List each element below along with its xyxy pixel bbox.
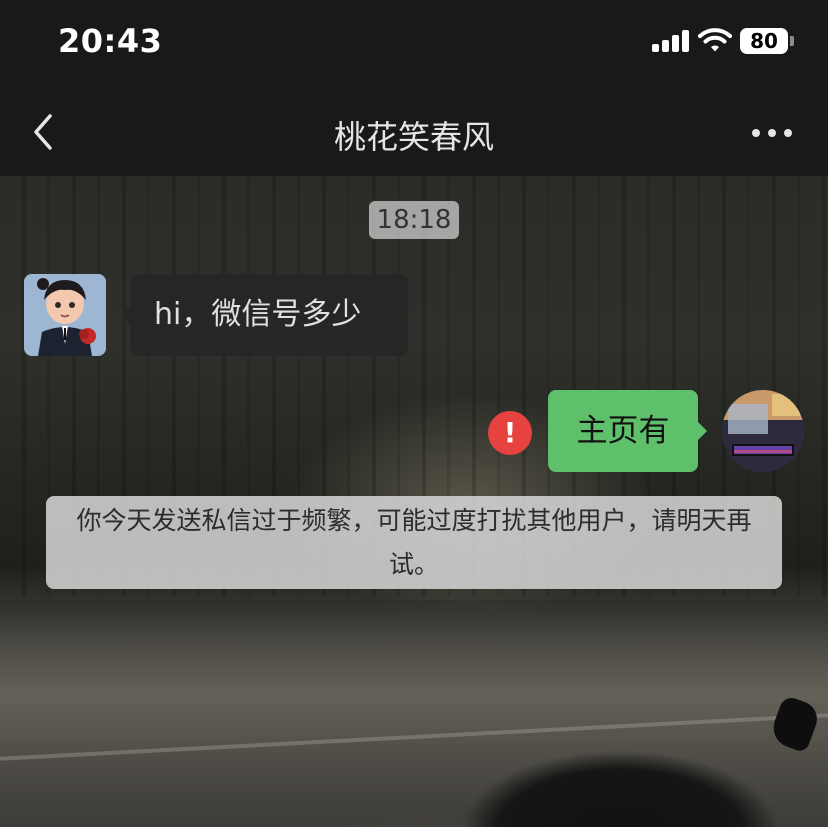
more-dot-icon (768, 129, 776, 137)
wifi-icon (698, 27, 732, 53)
sent-message-text: 主页有 (576, 413, 670, 449)
cellular-signal-icon (652, 30, 690, 52)
cartoon-character-avatar-image (24, 274, 106, 356)
received-message-text: hi，微信号多少 (154, 297, 362, 332)
contact-avatar[interactable] (24, 274, 106, 356)
message-timestamp: 18:18 (369, 201, 459, 239)
chat-header: 桃花笑春风 (0, 88, 828, 176)
received-message-bubble[interactable]: hi，微信号多少 (121, 274, 408, 356)
more-dot-icon (752, 129, 760, 137)
chat-title: 桃花笑春风 (333, 118, 494, 156)
send-failed-icon[interactable]: ! (488, 411, 532, 455)
battery-tip (790, 36, 794, 46)
sent-message-bubble[interactable]: 主页有 (548, 390, 707, 472)
system-notice: 你今天发送私信过于频繁，可能过度打扰其他用户，请明天再试。 (46, 496, 782, 589)
battery-indicator: 80 (740, 28, 788, 54)
my-avatar[interactable] (722, 390, 804, 472)
background-motorcycle (420, 700, 828, 827)
more-dot-icon (784, 129, 792, 137)
more-options-button[interactable] (748, 118, 796, 148)
user-avatar-image (722, 390, 804, 472)
status-bar: 20:43 80 (0, 0, 828, 88)
status-time: 20:43 (58, 22, 163, 60)
chat-screen: 20:43 80 桃花笑春风 18:18 hi，微信号多少 ! 主页有 你今天发… (0, 0, 828, 827)
